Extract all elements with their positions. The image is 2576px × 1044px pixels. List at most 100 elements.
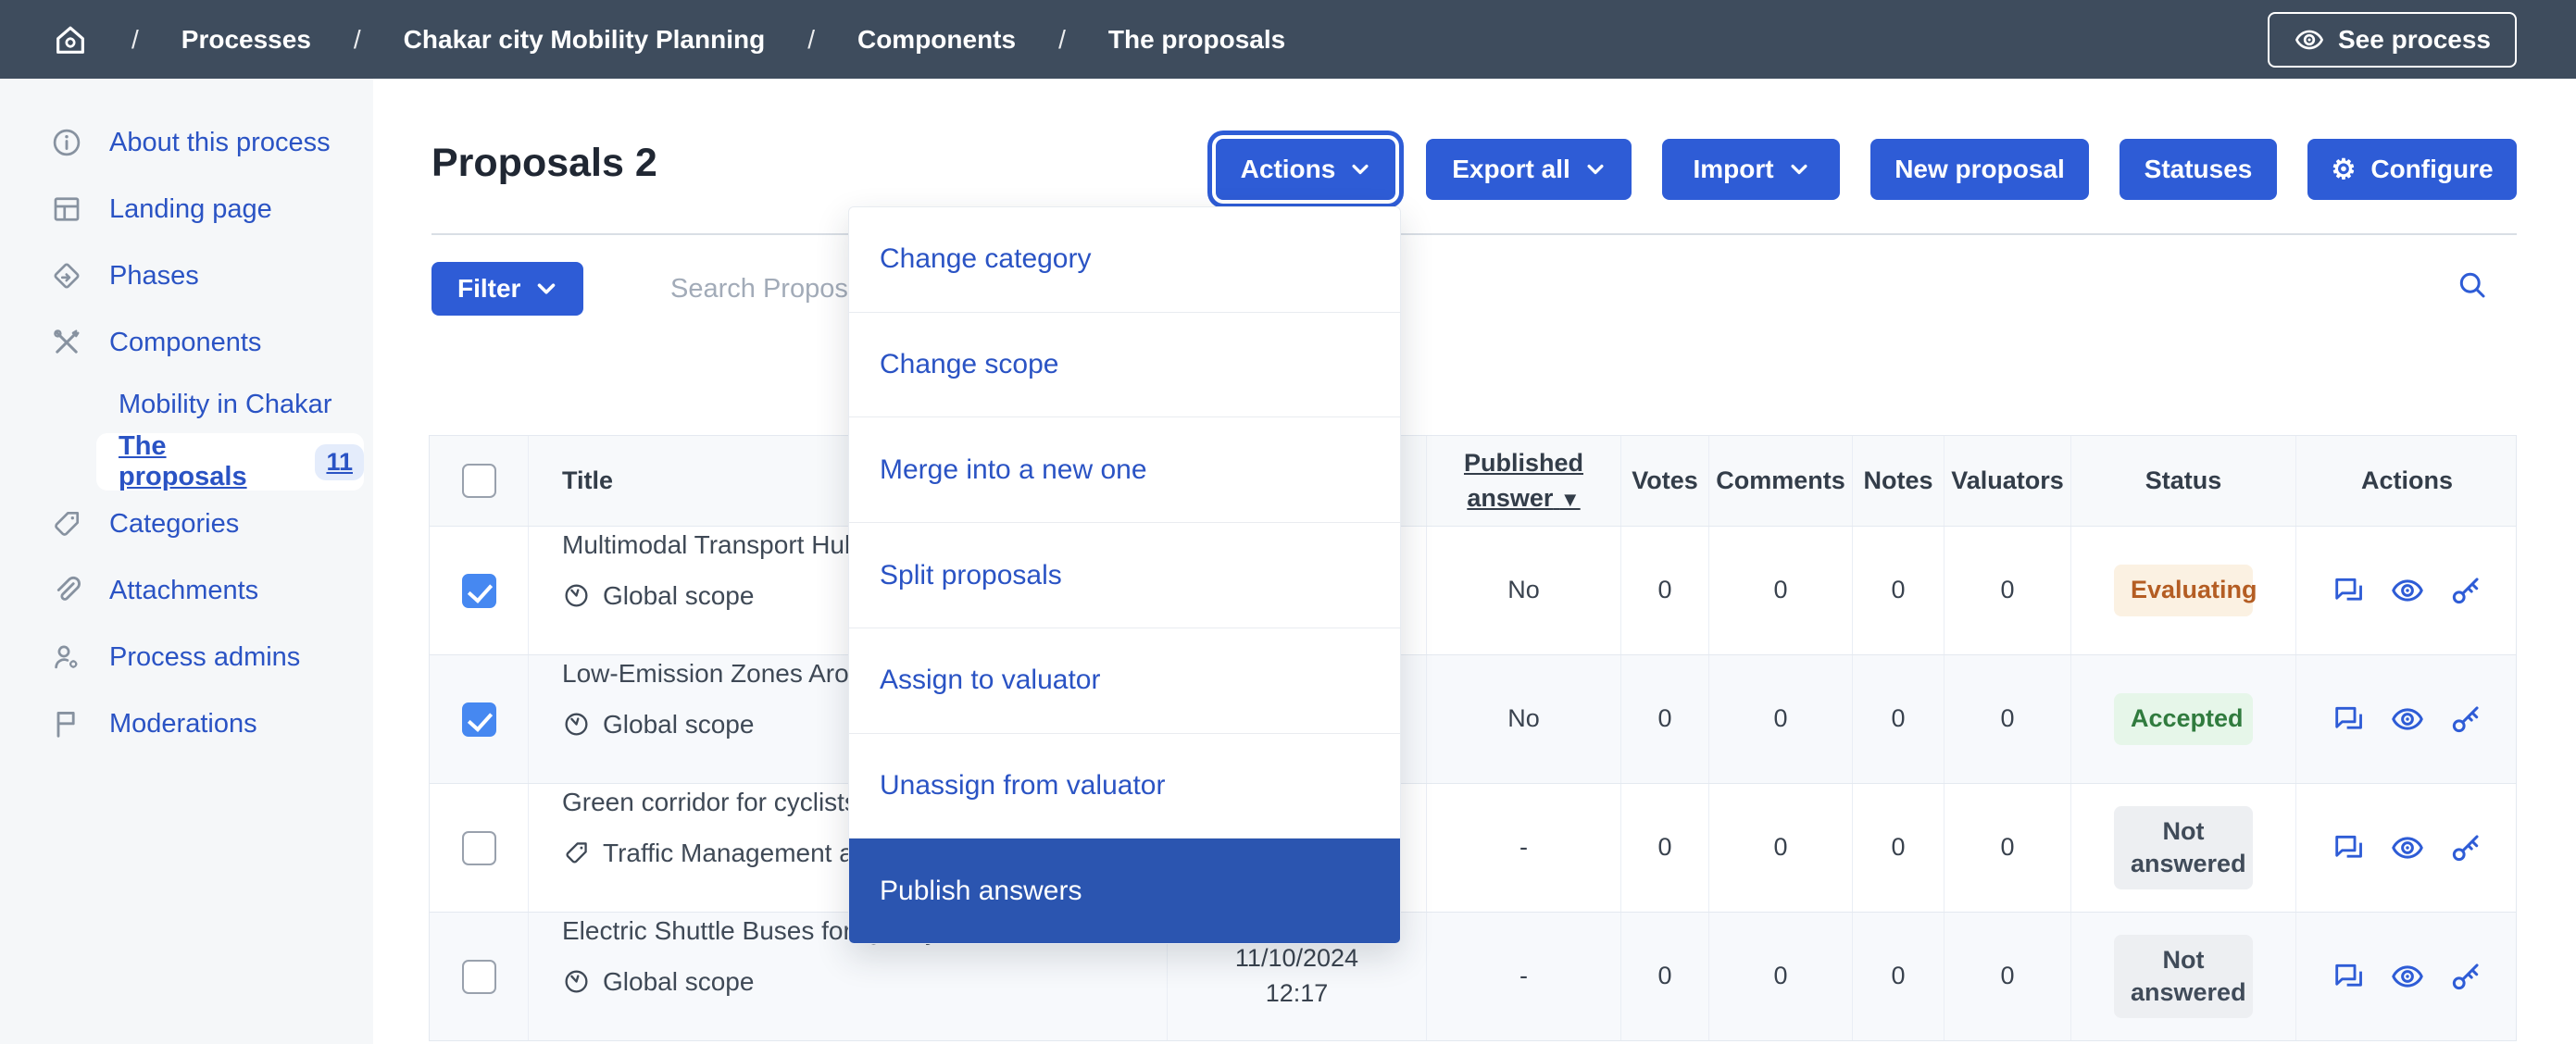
preview-eye-icon[interactable] <box>2390 830 2425 865</box>
menu-item-split-proposals[interactable]: Split proposals <box>849 523 1400 628</box>
permissions-key-icon[interactable] <box>2448 702 2483 737</box>
answer-bubble-icon[interactable] <box>2332 573 2367 608</box>
menu-item-change-category[interactable]: Change category <box>849 207 1400 313</box>
published-answer-cell: No <box>1427 655 1621 783</box>
status-badge: Not answered <box>2114 934 2253 1019</box>
valuators-cell: 0 <box>1945 527 2071 654</box>
sidebar-item-process-admins[interactable]: Process admins <box>0 624 373 690</box>
table-header-row: Title Published answer ▼ Votes Comments … <box>430 436 2516 527</box>
published-answer-cell: No <box>1427 527 1621 654</box>
preview-eye-icon[interactable] <box>2390 959 2425 994</box>
valuators-cell: 0 <box>1945 655 2071 783</box>
scope-icon <box>562 710 591 739</box>
import-button[interactable]: Import <box>1662 139 1840 200</box>
statuses-button[interactable]: Statuses <box>2120 139 2277 200</box>
scope-icon <box>562 967 591 996</box>
search-icon[interactable] <box>2456 268 2489 302</box>
answer-bubble-icon[interactable] <box>2332 830 2367 865</box>
sidebar-item-the-proposals[interactable]: The proposals 11 <box>96 431 364 491</box>
sidebar-item-phases[interactable]: Phases <box>0 242 373 309</box>
comments-cell: 0 <box>1709 655 1853 783</box>
answer-bubble-icon[interactable] <box>2332 702 2367 737</box>
actions-dropdown-menu: Change category Change scope Merge into … <box>848 206 1401 944</box>
notes-cell: 0 <box>1853 527 1945 654</box>
votes-cell: 0 <box>1621 784 1709 912</box>
breadcrumb-current[interactable]: The proposals <box>1108 25 1285 55</box>
see-process-button[interactable]: See process <box>2268 11 2517 68</box>
tag-icon <box>562 839 591 867</box>
header-notes: Notes <box>1853 436 1945 526</box>
export-all-button[interactable]: Export all <box>1426 139 1632 200</box>
breadcrumb-separator: / <box>807 24 815 54</box>
tools-icon <box>50 326 83 359</box>
menu-item-merge-into-a-new-one[interactable]: Merge into a new one <box>849 417 1400 524</box>
actions-button[interactable]: Actions <box>1216 139 1395 200</box>
title-divider <box>431 233 2517 235</box>
permissions-key-icon[interactable] <box>2448 830 2483 865</box>
phases-diamond-icon <box>50 259 83 292</box>
sort-desc-icon: ▼ <box>1559 487 1581 511</box>
preview-eye-icon[interactable] <box>2390 573 2425 608</box>
menu-item-publish-answers[interactable]: Publish answers <box>849 839 1400 943</box>
sidebar-item-about[interactable]: About this process <box>0 109 373 176</box>
permissions-key-icon[interactable] <box>2448 573 2483 608</box>
proposals-admin-page: / Processes / Chakar city Mobility Plann… <box>0 0 2576 1044</box>
page-title: Proposals 2 <box>431 141 657 185</box>
answer-bubble-icon[interactable] <box>2332 959 2367 994</box>
sidebar-item-components[interactable]: Components <box>0 309 373 376</box>
breadcrumb-processes[interactable]: Processes <box>181 25 311 55</box>
proposals-table: Title Published answer ▼ Votes Comments … <box>429 435 2517 1041</box>
row-checkbox[interactable] <box>461 702 496 737</box>
votes-cell: 0 <box>1621 655 1709 783</box>
top-navbar: / Processes / Chakar city Mobility Plann… <box>0 0 2576 79</box>
filter-button[interactable]: Filter <box>431 262 584 316</box>
comments-cell: 0 <box>1709 784 1853 912</box>
sidebar-item-moderations[interactable]: Moderations <box>0 690 373 757</box>
permissions-key-icon[interactable] <box>2448 959 2483 994</box>
comments-cell: 0 <box>1709 527 1853 654</box>
breadcrumb-process-name[interactable]: Chakar city Mobility Planning <box>404 25 766 55</box>
menu-item-unassign-from-valuator[interactable]: Unassign from valuator <box>849 733 1400 839</box>
notes-cell: 0 <box>1853 913 1945 1040</box>
sidebar-item-label: Landing page <box>109 193 272 224</box>
proposal-scope: Global scope <box>603 967 755 997</box>
row-checkbox[interactable] <box>461 959 496 994</box>
sidebar-item-categories[interactable]: Categories <box>0 491 373 557</box>
new-proposal-button[interactable]: New proposal <box>1870 139 2089 200</box>
table-row: Green corridor for cyclists and Traffic … <box>430 784 2516 913</box>
header-comments: Comments <box>1709 436 1853 526</box>
sidebar-item-label: Process admins <box>109 641 301 672</box>
sidebar: About this process Landing page Phases C… <box>0 79 373 1044</box>
sidebar-item-landing-page[interactable]: Landing page <box>0 176 373 242</box>
preview-eye-icon[interactable] <box>2390 702 2425 737</box>
proposal-title[interactable]: Multimodal Transport Hubs <box>562 527 872 563</box>
sidebar-item-label: Categories <box>109 508 240 539</box>
notes-cell: 0 <box>1853 784 1945 912</box>
table-row: Electric Shuttle Buses for Quarry Worker… <box>430 913 2516 1041</box>
row-checkbox[interactable] <box>461 573 496 608</box>
menu-item-change-scope[interactable]: Change scope <box>849 312 1400 418</box>
home-icon[interactable] <box>52 21 89 58</box>
sidebar-item-mobility-in-chakar[interactable]: Mobility in Chakar <box>0 376 373 433</box>
row-checkbox[interactable] <box>461 830 496 865</box>
table-row: Multimodal Transport Hubs Global scope N… <box>430 527 2516 655</box>
votes-cell: 0 <box>1621 913 1709 1040</box>
select-all-checkbox[interactable] <box>461 464 496 498</box>
sidebar-item-label: Phases <box>109 260 199 291</box>
comments-cell: 0 <box>1709 913 1853 1040</box>
valuators-cell: 0 <box>1945 784 2071 912</box>
sidebar-item-attachments[interactable]: Attachments <box>0 557 373 624</box>
proposal-scope: Global scope <box>603 710 755 740</box>
sidebar-item-label: Moderations <box>109 708 257 739</box>
notes-cell: 0 <box>1853 655 1945 783</box>
menu-item-assign-to-valuator[interactable]: Assign to valuator <box>849 628 1400 734</box>
sidebar-item-label: Components <box>109 327 262 357</box>
published-answer-sort[interactable]: Published answer ▼ <box>1455 446 1594 516</box>
sidebar-item-label: The proposals <box>119 431 247 491</box>
select-all-cell <box>430 436 529 526</box>
breadcrumb-components[interactable]: Components <box>857 25 1016 55</box>
configure-button[interactable]: ⚙ Configure <box>2307 139 2517 200</box>
table-row: Low-Emission Zones Around I Global scope… <box>430 655 2516 784</box>
proposals-count-badge: 11 <box>315 443 364 480</box>
chevron-down-icon <box>1585 159 1606 180</box>
